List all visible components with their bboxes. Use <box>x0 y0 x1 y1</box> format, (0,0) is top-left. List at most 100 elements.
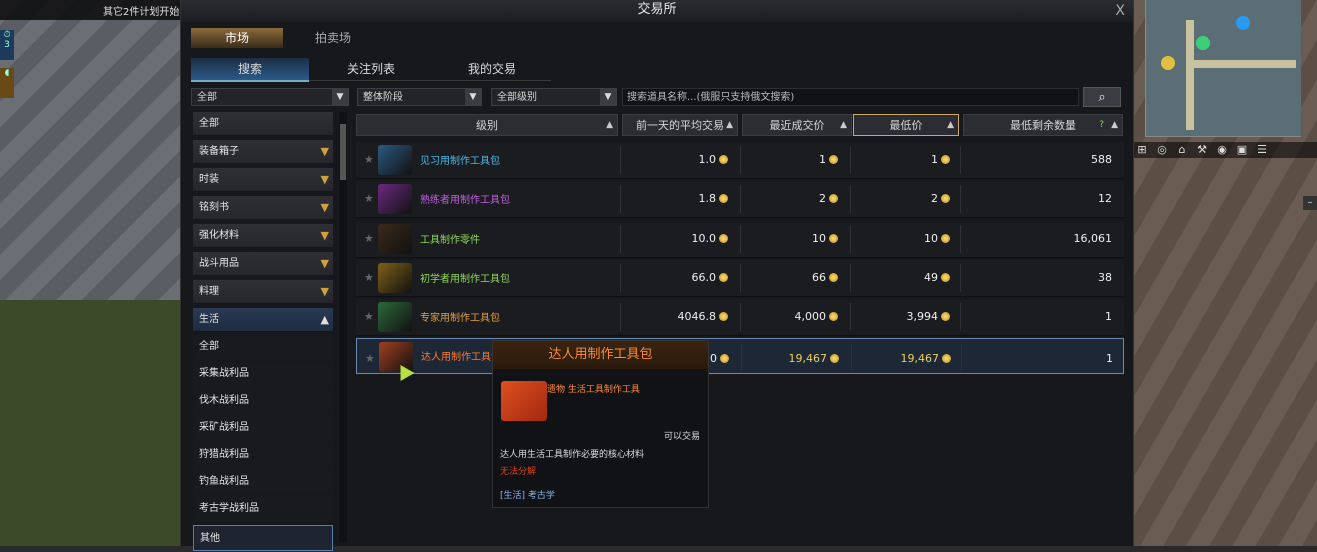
compass-icon[interactable]: ◎ <box>1152 142 1172 158</box>
tab-market[interactable]: 市场 <box>191 28 283 48</box>
category-scrollbar[interactable] <box>339 112 347 542</box>
item-icon <box>378 184 412 214</box>
header-grade[interactable]: 级别 ▲ <box>356 114 618 136</box>
column-divider <box>620 185 621 213</box>
category-item-costume[interactable]: 时装 ▼ <box>193 168 333 192</box>
help-icon[interactable]: ? <box>1099 115 1104 136</box>
window-close-button[interactable]: X <box>1115 1 1125 21</box>
column-divider <box>960 146 961 174</box>
game-grass <box>0 300 180 546</box>
gold-coin-icon <box>830 354 839 363</box>
table-row[interactable]: ★ 熟练者用制作工具包 1.8 2 2 12 <box>356 181 1124 218</box>
header-avg-price[interactable]: 前一天的平均交易 ▲ <box>622 114 738 136</box>
tab-auction[interactable]: 拍卖场 <box>287 28 379 48</box>
search-input[interactable]: 搜索道具名称...(俄服只支持俄文搜索) <box>622 88 1079 106</box>
recent-price-cell: 1 <box>742 153 838 166</box>
favorite-star-icon[interactable]: ★ <box>364 310 374 323</box>
chevron-down-icon: ▼ <box>465 89 481 105</box>
menu-icon[interactable]: ☰ <box>1252 142 1272 158</box>
header-lowest-price[interactable]: 最低价 ▲ <box>853 114 959 136</box>
avg-price-cell: 4046.8 <box>622 310 728 323</box>
subcategory-item-selected[interactable]: 其他 <box>193 525 333 551</box>
category-label: 生活 <box>199 314 219 325</box>
subcategory-item[interactable]: 狩猎战利品 <box>193 442 333 468</box>
gold-coin-icon <box>829 312 838 321</box>
item-icon <box>378 263 412 293</box>
column-divider <box>850 303 851 331</box>
lowest-price-value: 19,467 <box>900 352 940 365</box>
subcategory-item[interactable]: 采矿战利品 <box>193 415 333 441</box>
avg-price-value: 4046.8 <box>677 310 717 323</box>
category-item-all[interactable]: 全部 <box>193 112 333 136</box>
recent-price-value: 10 <box>812 232 826 245</box>
category-label: 全部 <box>199 118 219 129</box>
category-item-upgrade-material[interactable]: 强化材料 ▼ <box>193 224 333 248</box>
item-name: 初学者用制作工具包 <box>420 274 510 285</box>
table-row[interactable]: ★ 专家用制作工具包 4046.8 4,000 3,994 1 <box>356 299 1124 336</box>
subcategory-item[interactable]: 钓鱼战利品 <box>193 469 333 495</box>
category-select-value: 全部 <box>197 92 217 103</box>
column-divider <box>740 264 741 292</box>
favorite-star-icon[interactable]: ★ <box>364 232 374 245</box>
scrollbar-thumb[interactable] <box>340 124 346 180</box>
remaining-qty-value: 1 <box>1105 310 1112 323</box>
lowest-price-cell: 1 <box>852 153 950 166</box>
category-item-cooking[interactable]: 料理 ▼ <box>193 280 333 304</box>
lowest-price-cell: 3,994 <box>852 310 950 323</box>
category-item-battle-item[interactable]: 战斗用品 ▼ <box>193 252 333 276</box>
grade-select[interactable]: 全部级别 ▼ <box>491 88 617 106</box>
tier-select[interactable]: 整体阶段 ▼ <box>357 88 482 106</box>
avg-price-cell: 1.0 <box>622 153 728 166</box>
chest-icon[interactable]: ▣ <box>1232 142 1252 158</box>
gold-coin-icon <box>719 155 728 164</box>
table-row[interactable]: ★ 初学者用制作工具包 66.0 66 49 38 <box>356 260 1124 297</box>
header-remaining-qty[interactable]: 最低剩余数量? ▲ <box>963 114 1123 136</box>
lowest-price-cell: 10 <box>852 232 950 245</box>
subcategory-item[interactable]: 全部 <box>193 334 333 360</box>
home-icon[interactable]: ⌂ <box>1172 142 1192 158</box>
avg-price-cell: 10.0 <box>622 232 728 245</box>
subcategory-item[interactable]: 伐木战利品 <box>193 388 333 414</box>
camera-icon[interactable]: ◉ <box>1212 142 1232 158</box>
chevron-down-icon: ▼ <box>320 285 329 298</box>
column-divider <box>620 303 621 331</box>
sort-icon: ▲ <box>840 120 847 130</box>
tab-my-trades[interactable]: 我的交易 <box>433 58 551 80</box>
collapse-icon[interactable]: – <box>1303 196 1317 210</box>
favorite-star-icon[interactable]: ★ <box>364 192 374 205</box>
gold-coin-icon <box>829 234 838 243</box>
table-row[interactable]: ★ 见习用制作工具包 1.0 1 1 588 <box>356 142 1124 179</box>
table-row[interactable]: ★ 工具制作零件 10.0 10 10 16,061 <box>356 221 1124 258</box>
tab-search[interactable]: 搜索 <box>191 58 309 82</box>
favorite-star-icon[interactable]: ★ <box>364 271 374 284</box>
header-recent-price[interactable]: 最近成交价 ▲ <box>742 114 852 136</box>
category-item-life[interactable]: 生活 ▲ <box>193 308 333 332</box>
recent-price-value: 1 <box>819 153 826 166</box>
category-item-engraving[interactable]: 铭刻书 ▼ <box>193 196 333 220</box>
minimap[interactable] <box>1145 0 1301 137</box>
category-label: 强化材料 <box>199 230 239 241</box>
secondary-tabs: 搜索 关注列表 我的交易 <box>191 58 551 82</box>
favorite-star-icon[interactable]: ★ <box>364 153 374 166</box>
column-divider <box>851 343 852 371</box>
item-name: 专家用制作工具包 <box>420 313 500 324</box>
gold-coin-icon <box>719 312 728 321</box>
stopwatch-icon[interactable]: ⏱ 3 <box>0 30 14 60</box>
craft-icon[interactable]: ⚒ <box>1192 142 1212 158</box>
lowest-price-value: 3,994 <box>906 310 939 323</box>
gold-coin-icon <box>941 194 950 203</box>
column-divider <box>961 343 962 371</box>
tooltip-title: 达人用制作工具包 <box>493 341 708 369</box>
category-item-equipment-box[interactable]: 装备箱子 ▼ <box>193 140 333 164</box>
favorite-star-icon[interactable]: ★ <box>365 350 375 368</box>
subcategory-item[interactable]: 考古学战利品 <box>193 496 333 522</box>
avg-price-cell: 66.0 <box>622 271 728 284</box>
table-row[interactable]: ★ 达人用制作工具包 0 19,467 19,467 1 <box>356 338 1124 374</box>
tab-watchlist[interactable]: 关注列表 <box>312 58 430 80</box>
minimap-tool-icon[interactable]: ⊞ <box>1132 142 1152 158</box>
gold-coin-icon <box>720 354 729 363</box>
subcategory-item[interactable]: 采集战利品 <box>193 361 333 387</box>
search-button[interactable]: ⌕ <box>1083 87 1121 107</box>
horn-icon[interactable]: ◖ <box>0 68 14 98</box>
category-select[interactable]: 全部 ▼ <box>191 88 349 106</box>
